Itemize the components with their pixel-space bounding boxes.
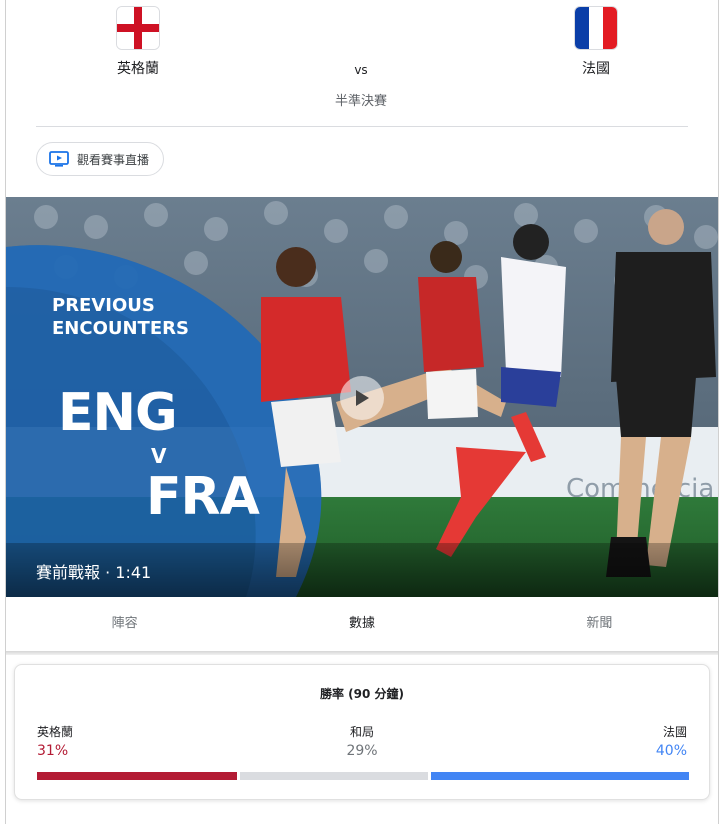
- tab-divider: [6, 651, 718, 655]
- england-flag-icon: [116, 6, 160, 50]
- play-button[interactable]: [340, 376, 384, 420]
- video-caption: 賽前戰報 · 1:41: [36, 563, 152, 582]
- overlay-previous: PREVIOUS: [52, 295, 155, 316]
- tab-lineup[interactable]: 陣容: [6, 597, 243, 651]
- draw-bar: [240, 772, 428, 780]
- play-icon: [356, 390, 369, 406]
- away-team-name: 法國: [582, 61, 610, 77]
- away-win-pct: 40%: [655, 743, 687, 759]
- win-probability-title: 勝率 (90 分鐘): [319, 687, 405, 701]
- overlay-fra: FRA: [146, 467, 260, 527]
- overlay-v: V: [151, 444, 167, 468]
- watch-live-button[interactable]: 觀看賽事直播: [36, 142, 165, 176]
- draw-label: 和局: [349, 725, 374, 739]
- tv-play-icon: [49, 151, 69, 167]
- away-win-label: 法國: [662, 725, 687, 739]
- video-caption-bar: 賽前戰報 · 1:41: [6, 543, 718, 597]
- away-win-bar: [430, 772, 689, 780]
- watch-live-label: 觀看賽事直播: [77, 152, 150, 167]
- overlay-encounters: ENCOUNTERS: [52, 318, 189, 339]
- match-stage: 半準決賽: [334, 94, 387, 109]
- home-team-name: 英格蘭: [117, 61, 159, 77]
- match-card: 英格蘭 vs 半準決賽 法國 觀看賽事直播 PREVIOUS ENCOUNTER…: [5, 0, 719, 824]
- draw-pct: 29%: [346, 743, 378, 759]
- away-team[interactable]: 法國: [536, 6, 656, 78]
- win-probability-card: 勝率 (90 分鐘) 英格蘭 31% 和局 29% 法國 40%: [14, 664, 710, 800]
- divider: [36, 126, 688, 127]
- video-thumbnail[interactable]: Commercia: [6, 197, 718, 597]
- vs-label: vs: [354, 63, 368, 77]
- home-win-bar: [37, 772, 238, 780]
- tab-stats[interactable]: 數據: [243, 597, 480, 651]
- france-flag-icon: [574, 6, 618, 50]
- tab-news[interactable]: 新聞: [481, 597, 718, 651]
- home-team[interactable]: 英格蘭: [78, 6, 198, 78]
- tab-bar: 陣容 數據 新聞: [6, 597, 718, 651]
- overlay-eng: ENG: [58, 383, 178, 443]
